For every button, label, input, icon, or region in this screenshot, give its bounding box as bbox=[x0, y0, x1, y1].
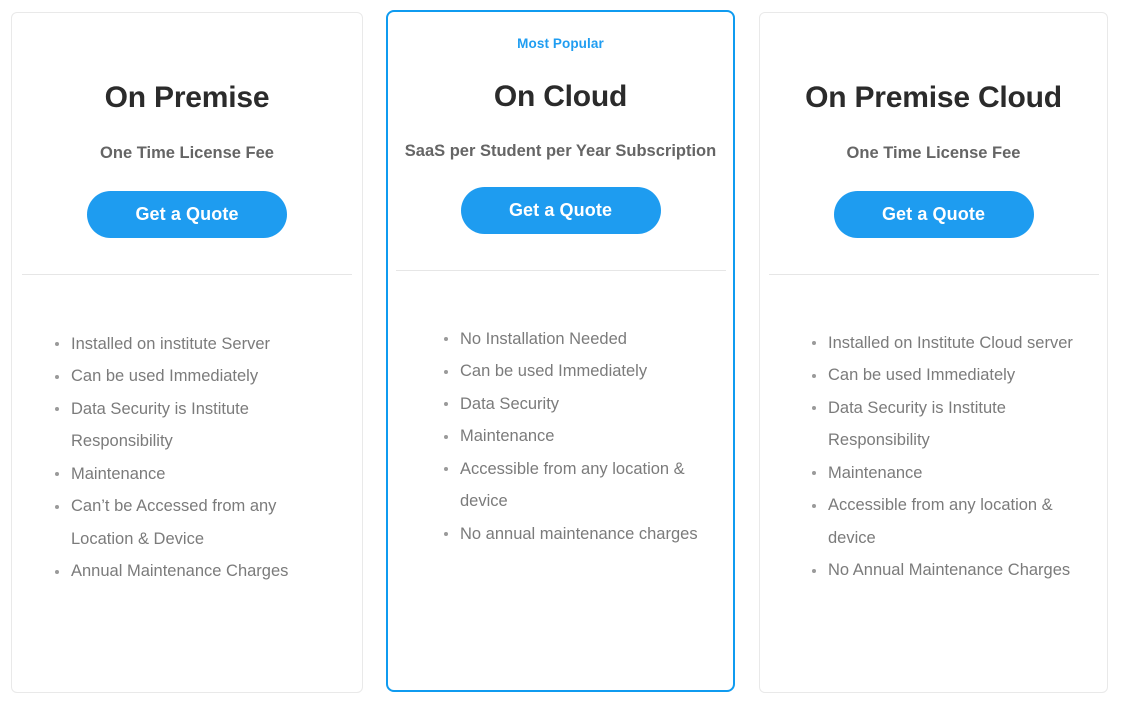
plan-subtitle: SaaS per Student per Year Subscription bbox=[404, 142, 717, 160]
cta-row: Get a Quote bbox=[388, 186, 733, 234]
list-item: Accessible from any location & device bbox=[810, 489, 1080, 554]
cta-row: Get a Quote bbox=[760, 190, 1107, 238]
list-item: Data Security bbox=[442, 388, 707, 421]
feature-list: No Installation Needed Can be used Immed… bbox=[442, 323, 707, 551]
get-a-quote-button[interactable]: Get a Quote bbox=[87, 190, 287, 238]
plan-subtitle: One Time License Fee bbox=[846, 144, 1021, 162]
list-item: Maintenance bbox=[810, 457, 1080, 490]
card-divider bbox=[22, 273, 352, 275]
list-item: Accessible from any location & device bbox=[442, 453, 707, 518]
pricing-card-header: On Premise One Time License Fee Get a Qu… bbox=[12, 13, 362, 238]
list-item: Can’t be Accessed from any Location & De… bbox=[53, 490, 323, 555]
card-divider bbox=[768, 273, 1099, 275]
list-item: Installed on Institute Cloud server bbox=[810, 327, 1080, 360]
list-item: Installed on institute Server bbox=[53, 328, 323, 361]
status-badge: Most Popular bbox=[517, 36, 604, 51]
list-item: Annual Maintenance Charges bbox=[53, 555, 323, 588]
feature-list: Installed on institute Server Can be use… bbox=[53, 328, 323, 588]
pricing-card-header: On Premise Cloud One Time License Fee Ge… bbox=[760, 13, 1107, 238]
list-item: No annual maintenance charges bbox=[442, 518, 707, 551]
card-divider bbox=[395, 269, 726, 271]
list-item: Can be used Immediately bbox=[810, 359, 1080, 392]
get-a-quote-button[interactable]: Get a Quote bbox=[833, 190, 1034, 238]
plan-title: On Cloud bbox=[493, 80, 628, 113]
most-popular-badge-row: Most Popular bbox=[388, 36, 733, 66]
list-item: Maintenance bbox=[53, 458, 323, 491]
pricing-card-on-premise[interactable]: On Premise One Time License Fee Get a Qu… bbox=[11, 12, 363, 693]
pricing-card-on-cloud[interactable]: Most Popular On Cloud SaaS per Student p… bbox=[386, 10, 735, 692]
feature-list: Installed on Institute Cloud server Can … bbox=[810, 327, 1080, 587]
plan-subtitle: One Time License Fee bbox=[100, 144, 274, 162]
list-item: Maintenance bbox=[442, 420, 707, 453]
pricing-card-on-premise-cloud[interactable]: On Premise Cloud One Time License Fee Ge… bbox=[759, 12, 1108, 693]
list-item: No Annual Maintenance Charges bbox=[810, 554, 1080, 587]
get-a-quote-button[interactable]: Get a Quote bbox=[460, 186, 661, 234]
pricing-plans-container: On Premise One Time License Fee Get a Qu… bbox=[0, 0, 1121, 706]
list-item: Data Security is Institute Responsibilit… bbox=[53, 393, 323, 458]
list-item: Can be used Immediately bbox=[53, 360, 323, 393]
plan-title: On Premise bbox=[104, 81, 270, 114]
cta-row: Get a Quote bbox=[12, 190, 362, 238]
list-item: Data Security is Institute Responsibilit… bbox=[810, 392, 1080, 457]
list-item: Can be used Immediately bbox=[442, 355, 707, 388]
pricing-card-header: Most Popular On Cloud SaaS per Student p… bbox=[388, 12, 733, 234]
plan-title: On Premise Cloud bbox=[805, 81, 1062, 114]
list-item: No Installation Needed bbox=[442, 323, 707, 356]
